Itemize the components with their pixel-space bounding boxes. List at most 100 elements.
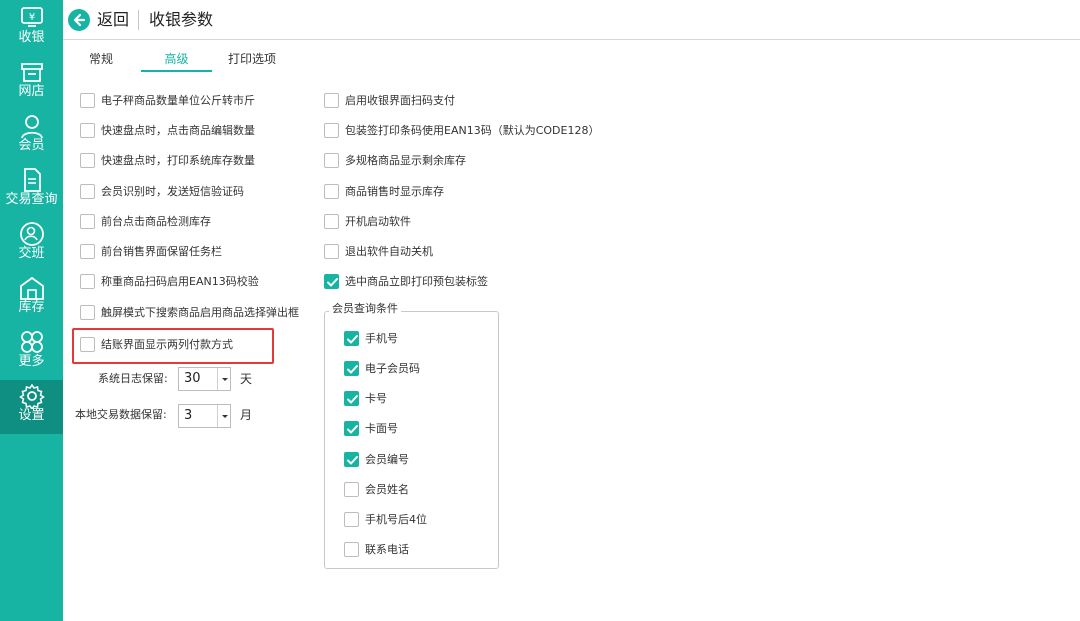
option-ean13-check[interactable]: 称重商品扫码启用EAN13码校验 xyxy=(80,273,300,293)
option-label: 包装签打印条码使用EAN13码（默认为CODE128） xyxy=(345,124,600,137)
option-label: 会员编号 xyxy=(365,453,409,466)
checkbox[interactable] xyxy=(80,244,95,259)
option-label: 会员姓名 xyxy=(365,483,409,496)
option-touch-search-popup[interactable]: 触屏模式下搜索商品启用商品选择弹出框 xyxy=(80,304,315,324)
gear-icon xyxy=(19,383,45,409)
option-check-stock-on-click[interactable]: 前台点击商品检测库存 xyxy=(80,213,300,233)
sidebar-item-inventory[interactable]: 库存 xyxy=(0,272,63,326)
checkmark-icon xyxy=(327,278,338,287)
select-value: 3 xyxy=(184,408,193,423)
sidebar-item-more[interactable]: 更多 xyxy=(0,326,63,380)
member-query-title: 会员查询条件 xyxy=(329,301,401,317)
option-scan-pay[interactable]: 启用收银界面扫码支付 xyxy=(324,92,524,112)
option-label: 选中商品立即打印预包装标签 xyxy=(345,275,488,288)
checkbox[interactable] xyxy=(324,93,339,108)
back-arrow-icon xyxy=(68,9,90,31)
checkbox[interactable] xyxy=(80,305,95,320)
trade-retention-label: 本地交易数据保留: xyxy=(75,408,167,421)
option-label: 启用收银界面扫码支付 xyxy=(345,94,455,107)
option-print-prepack-label[interactable]: 选中商品立即打印预包装标签 xyxy=(324,273,524,293)
option-keep-taskbar[interactable]: 前台销售界面保留任务栏 xyxy=(80,243,300,263)
option-label: 联系电话 xyxy=(365,543,409,556)
checkbox[interactable] xyxy=(324,153,339,168)
sidebar-item-shop[interactable]: 网店 xyxy=(0,56,63,110)
checkbox[interactable] xyxy=(80,153,95,168)
checkbox[interactable] xyxy=(80,214,95,229)
checkbox[interactable] xyxy=(80,184,95,199)
tab-general[interactable]: 常规 xyxy=(77,50,125,72)
option-multispec-stock[interactable]: 多规格商品显示剩余库存 xyxy=(324,152,524,172)
chevron-down-icon[interactable] xyxy=(217,368,230,390)
member-option-phone-last4[interactable]: 手机号后4位 xyxy=(344,511,484,531)
checkbox[interactable] xyxy=(324,274,339,289)
option-member-sms-code[interactable]: 会员识别时，发送短信验证码 xyxy=(80,183,300,203)
tab-advanced[interactable]: 高级 xyxy=(141,50,212,72)
option-quick-count-print-stock[interactable]: 快速盘点时，打印系统库存数量 xyxy=(80,152,300,172)
option-label: 商品销售时显示库存 xyxy=(345,185,444,198)
member-option-member-no[interactable]: 会员编号 xyxy=(344,451,484,471)
option-autostart[interactable]: 开机启动软件 xyxy=(324,213,524,233)
document-icon xyxy=(24,168,41,192)
option-label: 开机启动软件 xyxy=(345,215,411,228)
sidebar-item-member[interactable]: 会员 xyxy=(0,110,63,164)
shop-icon xyxy=(21,63,43,82)
member-option-e-code[interactable]: 电子会员码 xyxy=(344,360,484,380)
log-retention-label: 系统日志保留: xyxy=(98,372,168,385)
log-retention-select[interactable]: 30 xyxy=(178,367,231,391)
member-option-card-no[interactable]: 卡号 xyxy=(344,390,484,410)
back-label: 返回 xyxy=(97,10,130,29)
log-retention-unit: 天 xyxy=(240,372,253,386)
trade-retention-select[interactable]: 3 xyxy=(178,404,231,428)
checkbox[interactable] xyxy=(324,123,339,138)
back-button[interactable]: 返回 xyxy=(68,8,138,32)
option-label: 电子秤商品数量单位公斤转市斤 xyxy=(101,94,255,107)
option-label: 手机号后4位 xyxy=(365,513,427,526)
checkbox[interactable] xyxy=(344,331,359,346)
member-option-card-face-no[interactable]: 卡面号 xyxy=(344,420,484,440)
option-label: 触屏模式下搜索商品启用商品选择弹出框 xyxy=(101,306,299,319)
checkbox[interactable] xyxy=(324,244,339,259)
checkbox[interactable] xyxy=(80,123,95,138)
trade-retention-unit: 月 xyxy=(240,408,253,422)
checkmark-icon xyxy=(347,365,358,374)
option-shutdown-on-exit[interactable]: 退出软件自动关机 xyxy=(324,243,524,263)
checkmark-icon xyxy=(347,456,358,465)
checkbox[interactable] xyxy=(80,93,95,108)
option-scale-kg-to-jin[interactable]: 电子秤商品数量单位公斤转市斤 xyxy=(80,92,300,112)
sidebar-item-settings[interactable]: 设置 xyxy=(0,380,63,434)
checkmark-icon xyxy=(347,395,358,404)
option-label: 多规格商品显示剩余库存 xyxy=(345,154,466,167)
option-label-ean13[interactable]: 包装签打印条码使用EAN13码（默认为CODE128） xyxy=(324,122,624,142)
option-label: 快速盘点时，打印系统库存数量 xyxy=(101,154,255,167)
checkbox[interactable] xyxy=(344,482,359,497)
option-show-stock-on-sale[interactable]: 商品销售时显示库存 xyxy=(324,183,524,203)
checkbox[interactable] xyxy=(80,274,95,289)
member-option-phone[interactable]: 手机号 xyxy=(344,330,484,350)
option-label: 手机号 xyxy=(365,332,398,345)
sidebar-item-label: 库存 xyxy=(18,300,45,315)
checkbox[interactable] xyxy=(344,391,359,406)
sidebar-item-label: 收银 xyxy=(18,30,45,45)
option-label: 退出软件自动关机 xyxy=(345,245,433,258)
checkbox[interactable] xyxy=(344,361,359,376)
sidebar-item-shift[interactable]: 交班 xyxy=(0,218,63,272)
option-label: 卡号 xyxy=(365,392,387,405)
option-quick-count-edit-qty[interactable]: 快速盘点时，点击商品编辑数量 xyxy=(80,122,300,142)
member-option-contact-phone[interactable]: 联系电话 xyxy=(344,541,484,561)
sidebar-item-transactions[interactable]: 交易查询 xyxy=(0,164,63,218)
more-icon xyxy=(21,331,43,353)
checkbox[interactable] xyxy=(344,452,359,467)
member-option-name[interactable]: 会员姓名 xyxy=(344,481,484,501)
checkbox[interactable] xyxy=(324,214,339,229)
checkbox[interactable] xyxy=(344,542,359,557)
sidebar-item-cashier[interactable]: ¥ 收银 xyxy=(0,2,63,56)
sidebar-item-label: 交易查询 xyxy=(5,192,58,207)
checkbox[interactable] xyxy=(344,421,359,436)
tab-print-options[interactable]: 打印选项 xyxy=(221,50,283,72)
option-label: 前台点击商品检测库存 xyxy=(101,215,211,228)
checkbox[interactable] xyxy=(324,184,339,199)
chevron-down-icon[interactable] xyxy=(217,405,230,427)
option-label: 电子会员码 xyxy=(365,362,420,375)
option-label: 会员识别时，发送短信验证码 xyxy=(101,185,244,198)
checkbox[interactable] xyxy=(344,512,359,527)
